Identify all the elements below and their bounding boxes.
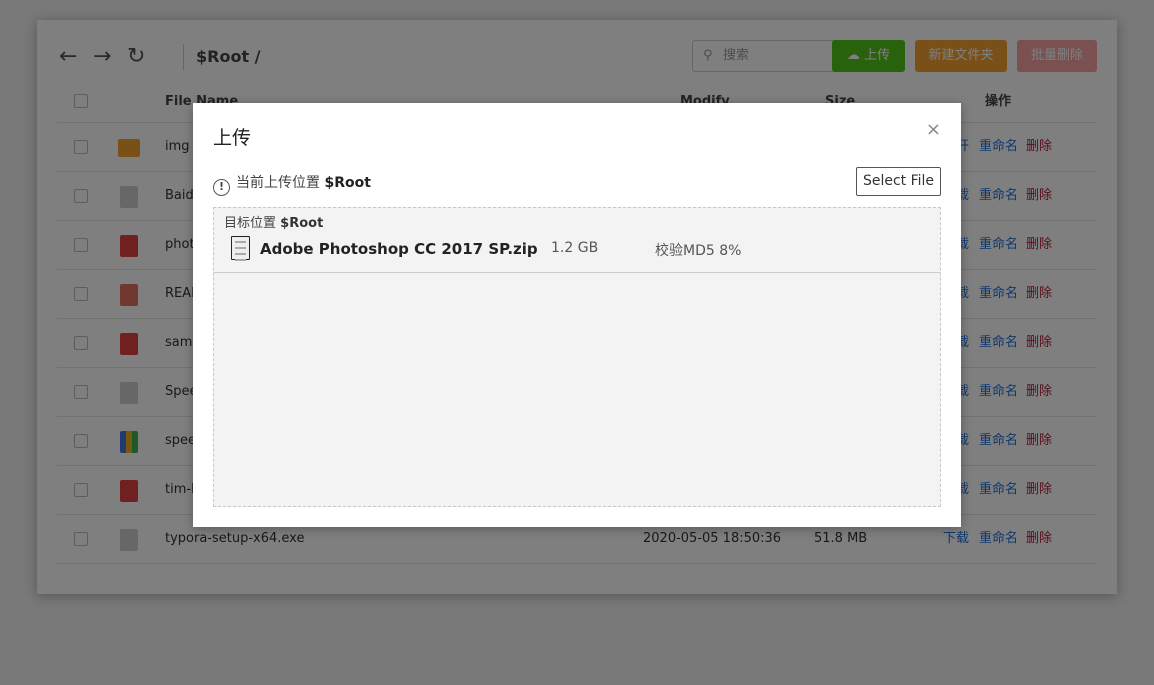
dialog-title: 上传 [213, 127, 252, 149]
upload-dialog: 上传 × ! 当前上传位置 $Root Select File 目标位置 $Roo… [193, 103, 961, 527]
info-icon: ! [213, 179, 230, 196]
location-label: 当前上传位置 [236, 175, 320, 191]
upload-file-size: 1.2 GB [551, 240, 599, 256]
location-value: $Root [324, 175, 371, 191]
target-label: 目标位置 [224, 216, 277, 231]
drop-zone[interactable]: 目标位置 $Root Adobe Photoshop CC 2017 SP.zi… [213, 207, 941, 507]
document-icon [231, 236, 250, 261]
select-file-button[interactable]: Select File [856, 167, 941, 196]
target-location: 目标位置 $Root [224, 212, 323, 231]
upload-file-item: Adobe Photoshop CC 2017 SP.zip 1.2 GB 校验… [214, 230, 940, 273]
upload-file-name: Adobe Photoshop CC 2017 SP.zip [260, 240, 538, 258]
upload-location: ! 当前上传位置 $Root [213, 173, 371, 196]
target-value: $Root [280, 216, 324, 231]
upload-file-status: 校验MD5 8% [655, 243, 742, 259]
close-icon[interactable]: × [926, 119, 941, 140]
